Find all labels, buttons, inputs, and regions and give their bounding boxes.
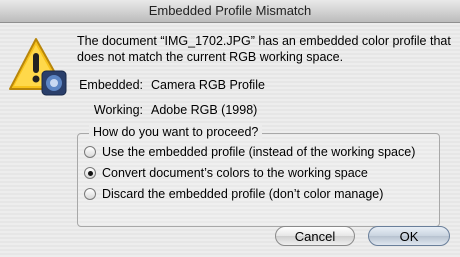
cancel-button[interactable]: Cancel	[275, 226, 355, 246]
mismatch-message: The document “IMG_1702.JPG” has an embed…	[77, 34, 451, 64]
option-convert[interactable]: Convert document’s colors to the working…	[84, 165, 368, 181]
window-title: Embedded Profile Mismatch	[0, 0, 460, 23]
dialog-body: The document “IMG_1702.JPG” has an embed…	[0, 23, 460, 257]
option-discard[interactable]: Discard the embedded profile (don’t colo…	[84, 186, 383, 202]
radio-discard[interactable]	[84, 188, 96, 200]
working-label: Working:	[93, 103, 143, 117]
option-use-embedded[interactable]: Use the embedded profile (instead of the…	[84, 144, 415, 160]
ok-button[interactable]: OK	[368, 226, 450, 246]
option-discard-label: Discard the embedded profile (don’t colo…	[102, 187, 384, 201]
radio-use-embedded[interactable]	[84, 146, 96, 158]
working-profile-row: Working: Adobe RGB (1998)	[77, 103, 257, 117]
radio-convert[interactable]	[84, 167, 96, 179]
embedded-value: Camera RGB Profile	[151, 78, 265, 92]
warning-icon	[8, 35, 70, 97]
embedded-label: Embedded:	[79, 78, 143, 92]
embedded-profile-row: Embedded: Camera RGB Profile	[77, 78, 265, 92]
app-badge-icon	[41, 70, 67, 96]
option-use-embedded-label: Use the embedded profile (instead of the…	[102, 145, 416, 159]
option-convert-label: Convert document’s colors to the working…	[102, 166, 368, 180]
proceed-legend: How do you want to proceed?	[89, 125, 263, 139]
working-value: Adobe RGB (1998)	[151, 103, 258, 117]
